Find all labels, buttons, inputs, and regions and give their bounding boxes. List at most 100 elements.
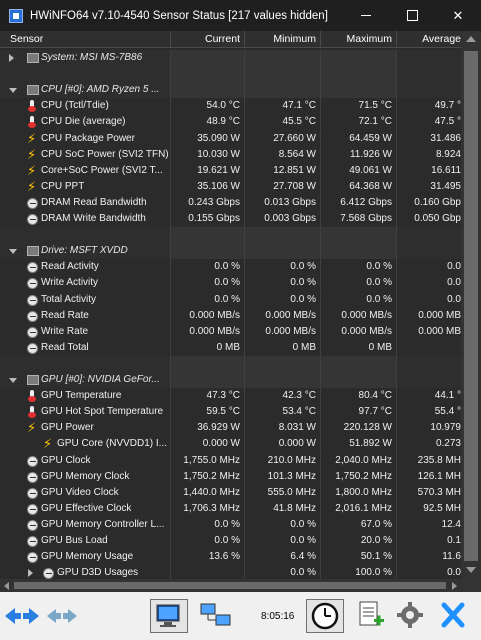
minimum-value: 12.851 W: [245, 162, 321, 179]
sensor-row[interactable]: CPU Die (average) 48.9 °C 45.5 °C 72.1 °C 47…: [0, 114, 461, 131]
sensor-name-cell: CPU [#0]: AMD Ryzen 5 ...: [0, 82, 171, 99]
sensor-row[interactable]: GPU Effective Clock 1,706.3 MHz 41.8 MHz 2,…: [0, 500, 461, 517]
minimum-value: 0.0 %: [245, 565, 321, 579]
minimum-value: 8.031 W: [245, 420, 321, 437]
sensor-row[interactable]: Read Rate 0.000 MB/s 0.000 MB/s 0.000 MB/s 0…: [0, 307, 461, 324]
column-average[interactable]: Average: [397, 31, 461, 47]
sensor-row[interactable]: Read Total 0 MB 0 MB 0 MB: [0, 339, 461, 356]
sensor-row[interactable]: ⚡ GPU Core (NVVDD1) I... 0.000 W 0.000 W 51.…: [0, 436, 461, 453]
minimum-value: 8.564 W: [245, 146, 321, 163]
sensor-row[interactable]: GPU Clock 1,755.0 MHz 210.0 MHz 2,040.0 MHz…: [0, 452, 461, 469]
sensor-row[interactable]: GPU Memory Controller L... 0.0 % 0.0 % 67.0…: [0, 516, 461, 533]
sensor-row[interactable]: GPU Bus Load 0.0 % 0.0 % 20.0 % 0.1: [0, 533, 461, 549]
scroll-thumb[interactable]: [464, 51, 478, 561]
clock-button[interactable]: [306, 599, 344, 633]
spacer-row: [0, 227, 461, 244]
horizontal-scroll-thumb[interactable]: [14, 582, 446, 589]
sensor-group-row[interactable]: System: MSI MS-7B86: [0, 50, 461, 66]
average-value: 126.1 MH: [417, 470, 461, 482]
minimize-button[interactable]: [343, 0, 389, 31]
average-value: 11.6: [442, 551, 461, 563]
horizontal-scrollbar[interactable]: [0, 579, 461, 592]
collapse-icon[interactable]: [9, 378, 17, 383]
column-sensor[interactable]: Sensor: [0, 31, 171, 47]
sensor-row[interactable]: Write Activity 0.0 % 0.0 % 0.0 % 0.0: [0, 275, 461, 292]
network-button[interactable]: [198, 599, 236, 633]
average-value: 0.160 Gbp: [414, 196, 461, 208]
sensor-label-read-activity: Read Activity: [41, 261, 99, 273]
sensor-name-cell: Write Activity: [0, 275, 171, 292]
maximum-value: 6.412 Gbps: [321, 194, 397, 211]
arrows-disabled-button[interactable]: [43, 599, 81, 633]
report-icon: [359, 601, 384, 626]
sensor-row[interactable]: Total Activity 0.0 % 0.0 % 0.0 % 0.0: [0, 291, 461, 308]
maximum-value: [321, 66, 397, 83]
sensor-row[interactable]: GPU Temperature 47.3 °C 42.3 °C 80.4 °C 44.1…: [0, 388, 461, 405]
close-sensors-button[interactable]: [435, 599, 473, 633]
arrows-disabled-icon: [47, 609, 77, 623]
arrows-button[interactable]: [3, 599, 41, 633]
maximize-button[interactable]: [389, 0, 435, 31]
minimum-value: [245, 227, 321, 244]
close-window-button[interactable]: ✕: [435, 0, 481, 31]
minimum-value: 0.013 Gbps: [245, 194, 321, 211]
gauge-icon: [43, 568, 54, 579]
maximum-value: 1,800.0 MHz: [321, 484, 397, 501]
sensor-name-cell: Read Rate: [0, 307, 171, 324]
collapse-icon[interactable]: [9, 88, 17, 94]
sensor-row[interactable]: GPU Video Clock 1,440.0 MHz 555.0 MHz 1,800…: [0, 484, 461, 501]
maximum-value: [321, 82, 397, 99]
current-value: 19.621 W: [171, 162, 245, 179]
scroll-left-icon[interactable]: [4, 582, 9, 590]
minimum-value: 53.4 °C: [245, 404, 321, 421]
scroll-right-icon[interactable]: [452, 582, 457, 590]
vertical-scrollbar[interactable]: [461, 31, 481, 579]
scroll-down-icon[interactable]: [466, 567, 476, 573]
minimum-value: 27.708 W: [245, 178, 321, 195]
scroll-up-icon[interactable]: [466, 36, 476, 42]
sensor-row[interactable]: GPU Hot Spot Temperature 59.5 °C 53.4 °C 97…: [0, 404, 461, 421]
average-value: [397, 66, 461, 82]
sensor-row[interactable]: CPU (Tctl/Tdie) 54.0 °C 47.1 °C 71.5 °C 49.7…: [0, 98, 461, 115]
sensor-row[interactable]: Read Activity 0.0 % 0.0 % 0.0 % 0.0: [0, 259, 461, 276]
maximum-value: 71.5 °C: [321, 98, 397, 115]
average-value: 55.4 °: [434, 406, 461, 418]
sensor-row[interactable]: ⚡ CPU Package Power 35.090 W 27.660 W 64.459…: [0, 130, 461, 147]
sensor-row[interactable]: Write Rate 0.000 MB/s 0.000 MB/s 0.000 MB/s…: [0, 323, 461, 340]
sensor-group-row[interactable]: GPU [#0]: NVIDIA GeFor...: [0, 372, 461, 388]
sensor-group-row[interactable]: Drive: MSFT XVDD: [0, 243, 461, 260]
sensor-list[interactable]: System: MSI MS-7B86 CPU [#0]: AMD Ryzen 5…: [0, 48, 461, 579]
sensor-row[interactable]: ⚡ Core+SoC Power (SVI2 T... 19.621 W 12.851…: [0, 162, 461, 179]
sensor-label-cpu-soc-power-svi2-tfn: CPU SoC Power (SVI2 TFN): [41, 148, 169, 160]
expand-icon[interactable]: [28, 569, 33, 578]
monitor-button[interactable]: [150, 599, 188, 633]
sensor-label-gpu-hot-spot-temperature: GPU Hot Spot Temperature: [41, 406, 164, 418]
sensor-row[interactable]: GPU Memory Usage 13.6 % 6.4 % 50.1 % 11.6: [0, 549, 461, 566]
maximum-value: 97.7 °C: [321, 404, 397, 421]
expand-icon[interactable]: [9, 54, 14, 62]
sensor-name-cell: GPU Video Clock: [0, 484, 171, 501]
gauge-icon: [27, 487, 38, 499]
sensor-row[interactable]: ⚡ CPU SoC Power (SVI2 TFN) 10.030 W 8.564 W…: [0, 146, 461, 163]
sensor-row[interactable]: GPU Memory Clock 1,750.2 MHz 101.3 MHz 1,75…: [0, 468, 461, 485]
settings-button[interactable]: [392, 599, 430, 633]
maximum-value: 0 MB: [321, 339, 397, 356]
sensor-label-gpu-memory-usage: GPU Memory Usage: [41, 551, 134, 563]
sensor-row[interactable]: ⚡ CPU PPT 35.106 W 27.708 W 64.368 W 31.495: [0, 178, 461, 195]
column-maximum[interactable]: Maximum: [321, 31, 397, 47]
sensor-row[interactable]: GPU D3D Usages 0.0 % 100.0 % 0.0: [0, 565, 461, 579]
sensor-row[interactable]: DRAM Write Bandwidth 0.155 Gbps 0.003 Gbps…: [0, 211, 461, 227]
sensor-label-gpu-clock: GPU Clock: [41, 454, 91, 466]
report-button[interactable]: [352, 599, 390, 633]
sensor-row[interactable]: DRAM Read Bandwidth 0.243 Gbps 0.013 Gbps 6…: [0, 194, 461, 211]
minimum-value: [245, 66, 321, 83]
column-current[interactable]: Current: [171, 31, 245, 47]
average-value: [397, 50, 461, 66]
sensor-name-cell: GPU Hot Spot Temperature: [0, 404, 171, 421]
collapse-icon[interactable]: [9, 249, 17, 255]
minimum-value: 41.8 MHz: [245, 500, 321, 517]
gauge-icon: [27, 197, 38, 209]
column-minimum[interactable]: Minimum: [245, 31, 321, 47]
sensor-row[interactable]: ⚡ GPU Power 36.929 W 8.031 W 220.128 W 10.979: [0, 420, 461, 437]
sensor-group-row[interactable]: CPU [#0]: AMD Ryzen 5 ...: [0, 82, 461, 99]
